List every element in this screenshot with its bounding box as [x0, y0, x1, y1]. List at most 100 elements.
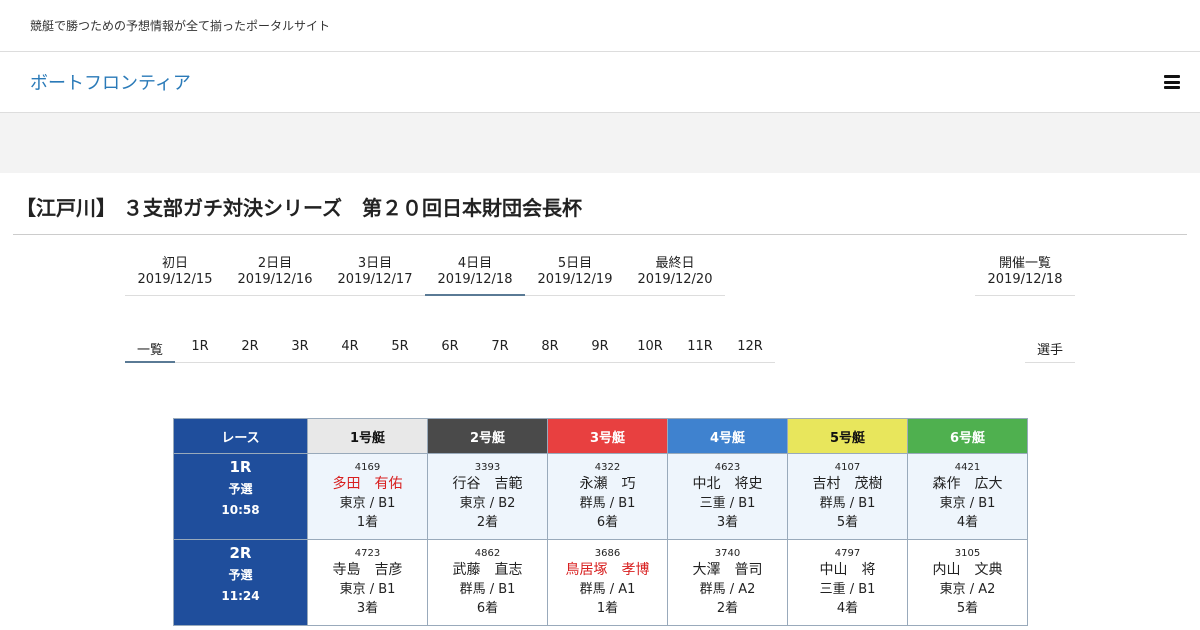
race-cell[interactable]: 2R 予選 11:24 — [173, 539, 308, 626]
header-boat-3: 3号艇 — [547, 418, 668, 454]
kaisai-date: 2019/12/18 — [987, 272, 1063, 287]
day-tab-date: 2019/12/17 — [337, 272, 413, 287]
racer-name[interactable]: 中山 将 — [788, 560, 907, 580]
racer-name[interactable]: 大澤 普司 — [668, 560, 787, 580]
race-tab[interactable]: 4R — [325, 334, 375, 363]
day-tab-date: 2019/12/18 — [437, 272, 513, 287]
racer-cell: 3393 行谷 吉範東京 / B2 2着 — [427, 453, 548, 540]
racer-name[interactable]: 中北 将史 — [668, 474, 787, 494]
table-row: 2R 予選 11:24 4723 寺島 吉彦 東京 / B1 3着 4862 武藤 直志 群馬 /… — [173, 539, 1028, 626]
header-race: レース — [173, 418, 308, 454]
racer-finish: 5着 — [836, 515, 859, 530]
header-boat-6: 6号艇 — [907, 418, 1028, 454]
racer-branch-class: 東京 / B1 — [339, 582, 396, 597]
day-tab-label: 最終日 — [655, 256, 695, 271]
racer-branch-class: 東京 / A2 — [939, 582, 996, 597]
table-row: 1R 予選 10:58 4169 多田 有佑 東京 / B1 1着 3393 行谷 吉範 東京 /… — [173, 453, 1028, 540]
race-cell[interactable]: 1R 予選 10:58 — [173, 453, 308, 540]
table-header-row: レース 1号艇 2号艇 3号艇 4号艇 5号艇 6号艇 — [173, 418, 1028, 454]
racer-reg-no: 4723 — [354, 548, 381, 559]
racer-finish: 2着 — [476, 515, 499, 530]
day-tab-label: 初日 — [161, 256, 188, 271]
racer-finish: 6着 — [596, 515, 619, 530]
racer-finish: 4着 — [836, 601, 859, 616]
racer-reg-no: 4797 — [834, 548, 861, 559]
racer-name[interactable]: 寺島 吉彦 — [308, 560, 427, 580]
racer-reg-no: 4169 — [354, 462, 381, 473]
ad-band — [0, 113, 1200, 173]
race-tab[interactable]: 2R — [225, 334, 275, 363]
racer-finish: 3着 — [356, 601, 379, 616]
racer-reg-no: 4107 — [834, 462, 861, 473]
header-boat-5: 5号艇 — [787, 418, 908, 454]
racer-branch-class: 群馬 / B1 — [459, 582, 516, 597]
racer-name[interactable]: 内山 文典 — [908, 560, 1027, 580]
racer-reg-no: 4623 — [714, 462, 741, 473]
race-tab[interactable]: 8R — [525, 334, 575, 363]
site-tagline-bar: 競艇で勝つための予想情報が全て揃ったポータルサイト — [0, 0, 1200, 52]
racer-cell: 4322 永瀬 巧群馬 / B1 6着 — [547, 453, 668, 540]
racer-cell: 4797 中山 将三重 / B1 4着 — [787, 539, 908, 626]
race-tab[interactable]: 10R — [625, 334, 675, 363]
day-tabs: 初日 2019/12/15 2日目 2019/12/16 3日目 2019/12/17 4日… — [125, 252, 725, 296]
race-tabs: 一覧 1R 2R 3R 4R 5R 6R 7R 8R 9R 10R 11R 12R — [125, 334, 775, 363]
senshu-tab[interactable]: 選手 — [1025, 334, 1075, 363]
racer-branch-class: 東京 / B2 — [459, 496, 516, 511]
racer-name[interactable]: 森作 広大 — [908, 474, 1027, 494]
header-boat-4: 4号艇 — [667, 418, 788, 454]
racer-name[interactable]: 多田 有佑 — [308, 474, 427, 494]
racer-name[interactable]: 永瀬 巧 — [548, 474, 667, 494]
hamburger-icon[interactable] — [1164, 75, 1180, 89]
race-tab[interactable]: 一覧 — [125, 334, 175, 363]
racer-finish: 4着 — [956, 515, 979, 530]
day-tab[interactable]: 最終日 2019/12/20 — [625, 252, 725, 296]
day-tab[interactable]: 初日 2019/12/15 — [125, 252, 225, 296]
race-race: 2R — [229, 544, 252, 562]
racer-cell: 4169 多田 有佑 東京 / B1 1着 — [307, 453, 428, 540]
racer-finish: 1着 — [356, 515, 379, 530]
day-tab-label: 2日目 — [257, 256, 293, 271]
racer-cell: 4862 武藤 直志 群馬 / B1 6着 — [427, 539, 548, 626]
day-tab[interactable]: 4日目 2019/12/18 — [425, 252, 525, 296]
racer-reg-no: 4421 — [954, 462, 981, 473]
racer-cell: 4107 吉村 茂樹 群馬 / B1 5着 — [787, 453, 908, 540]
title-divider — [13, 234, 1187, 235]
racer-finish: 6着 — [476, 601, 499, 616]
racer-cell: 3686 鳥居塚 孝博 群馬 / A1 1着 — [547, 539, 668, 626]
racer-finish: 3着 — [716, 515, 739, 530]
racer-finish: 2着 — [716, 601, 739, 616]
kaisai-label: 開催一覧 — [998, 256, 1051, 271]
day-tab[interactable]: 5日目 2019/12/19 — [525, 252, 625, 296]
race-tab[interactable]: 5R — [375, 334, 425, 363]
racer-branch-class: 三重 / B1 — [699, 496, 756, 511]
racer-reg-no: 3393 — [474, 462, 501, 473]
race-tab[interactable]: 12R — [725, 334, 775, 363]
race-tab[interactable]: 9R — [575, 334, 625, 363]
race-type: 予選 — [228, 482, 253, 496]
race-time: 10:58 — [221, 503, 260, 517]
header-boat-2: 2号艇 — [427, 418, 548, 454]
day-tab-date: 2019/12/20 — [637, 272, 713, 287]
day-tab[interactable]: 2日目 2019/12/16 — [225, 252, 325, 296]
race-tab[interactable]: 1R — [175, 334, 225, 363]
racer-cell: 3105 内山 文典 東京 / A2 5着 — [907, 539, 1028, 626]
header-boat-1: 1号艇 — [307, 418, 428, 454]
navbar: ボートフロンティア — [0, 52, 1200, 113]
racer-name[interactable]: 鳥居塚 孝博 — [548, 560, 667, 580]
racer-branch-class: 東京 / B1 — [939, 496, 996, 511]
race-tab[interactable]: 3R — [275, 334, 325, 363]
day-tab[interactable]: 3日目 2019/12/17 — [325, 252, 425, 296]
race-tab[interactable]: 6R — [425, 334, 475, 363]
racer-branch-class: 群馬 / A2 — [699, 582, 756, 597]
race-tab[interactable]: 7R — [475, 334, 525, 363]
brand-link[interactable]: ボートフロンティア — [30, 69, 191, 95]
racer-name[interactable]: 武藤 直志 — [428, 560, 547, 580]
racer-name[interactable]: 行谷 吉範 — [428, 474, 547, 494]
racer-reg-no: 3686 — [594, 548, 621, 559]
page-title: 【江戸川】 ３支部ガチ対決シリーズ 第２０回日本財団会長杯 — [16, 196, 582, 220]
race-tab[interactable]: 11R — [675, 334, 725, 363]
site-tagline: 競艇で勝つための予想情報が全て揃ったポータルサイト — [30, 19, 331, 33]
racer-name[interactable]: 吉村 茂樹 — [788, 474, 907, 494]
day-tab-date: 2019/12/16 — [237, 272, 313, 287]
kaisai-list-tab[interactable]: 開催一覧 2019/12/18 — [975, 252, 1075, 296]
